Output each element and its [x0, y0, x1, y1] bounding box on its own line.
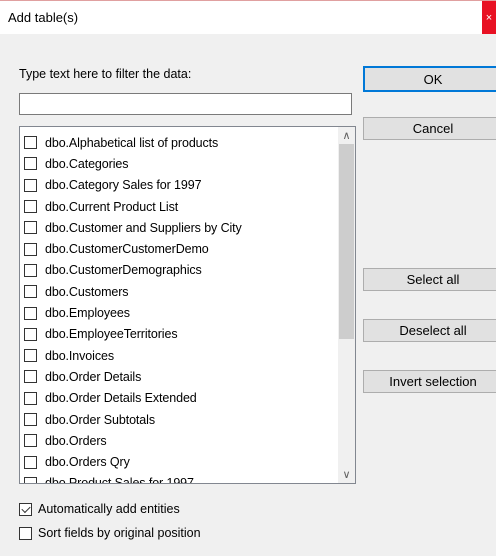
table-label: dbo.CustomerCustomerDemo: [45, 242, 209, 257]
table-list-item[interactable]: dbo.CustomerDemographics: [20, 260, 338, 281]
table-label: dbo.Category Sales for 1997: [45, 178, 202, 193]
table-list-item[interactable]: dbo.Order Details Extended: [20, 388, 338, 409]
table-list-item[interactable]: dbo.Invoices: [20, 345, 338, 366]
table-checkbox[interactable]: [24, 178, 37, 192]
table-checkbox[interactable]: [24, 157, 37, 171]
table-list-item[interactable]: dbo.Orders Qry: [20, 451, 338, 472]
table-label: dbo.Categories: [45, 156, 129, 171]
table-label: dbo.Order Subtotals: [45, 412, 155, 427]
table-list[interactable]: dbo.Alphabetical list of products dbo.Cat…: [19, 126, 356, 484]
table-checkbox[interactable]: [24, 136, 37, 150]
sort-fields-checkbox[interactable]: [19, 526, 32, 540]
window-title: Add table(s): [8, 10, 79, 25]
table-checkbox[interactable]: [24, 349, 37, 363]
table-checkbox[interactable]: [24, 263, 37, 277]
filter-label: Type text here to filter the data:: [19, 67, 192, 81]
table-label: dbo.Employees: [45, 306, 130, 321]
table-list-item[interactable]: dbo.Categories: [20, 153, 338, 174]
table-list-item[interactable]: dbo.Category Sales for 1997: [20, 175, 338, 196]
table-list-item[interactable]: dbo.Customer and Suppliers by City: [20, 217, 338, 238]
table-checkbox[interactable]: [24, 370, 37, 384]
auto-add-entities-option[interactable]: Automatically add entities: [19, 502, 180, 516]
close-icon[interactable]: ×: [486, 12, 492, 24]
table-checkbox[interactable]: [24, 242, 37, 256]
table-checkbox[interactable]: [24, 455, 37, 469]
table-checkbox[interactable]: [24, 221, 37, 235]
table-checkbox[interactable]: [24, 476, 37, 483]
table-list-item[interactable]: dbo.Current Product List: [20, 196, 338, 217]
auto-add-entities-checkbox[interactable]: [19, 502, 32, 516]
table-label: dbo.Alphabetical list of products: [45, 135, 219, 150]
table-list-item[interactable]: dbo.Employees: [20, 302, 338, 323]
table-label: dbo.CustomerDemographics: [45, 263, 202, 278]
table-label: dbo.Order Details Extended: [45, 391, 197, 406]
table-label: dbo.Current Product List: [45, 199, 179, 214]
auto-add-entities-label: Automatically add entities: [38, 502, 180, 516]
table-list-item[interactable]: dbo.EmployeeTerritories: [20, 324, 338, 345]
select-all-button[interactable]: Select all: [363, 268, 496, 291]
table-label: dbo.Customer and Suppliers by City: [45, 220, 242, 235]
table-checkbox[interactable]: [24, 306, 37, 320]
ok-button[interactable]: OK: [363, 66, 496, 92]
table-label: dbo.Orders Qry: [45, 455, 130, 470]
close-button[interactable]: ×: [482, 1, 496, 34]
table-label: dbo.Customers: [45, 284, 129, 299]
table-list-item[interactable]: dbo.Alphabetical list of products: [20, 132, 338, 153]
table-label: dbo.Order Details: [45, 369, 142, 384]
filter-input[interactable]: [19, 93, 352, 115]
table-label: dbo.Invoices: [45, 348, 114, 363]
table-list-item[interactable]: dbo.Customers: [20, 281, 338, 302]
cancel-button[interactable]: Cancel: [363, 117, 496, 140]
table-label: dbo.EmployeeTerritories: [45, 327, 178, 342]
table-list-item[interactable]: dbo.Product Sales for 1997: [20, 473, 338, 484]
table-label: dbo.Orders: [45, 433, 107, 448]
scroll-down-icon[interactable]: ∨: [338, 466, 355, 483]
scroll-thumb[interactable]: [339, 144, 354, 339]
table-label: dbo.Product Sales for 1997: [45, 476, 194, 484]
table-list-item[interactable]: dbo.CustomerCustomerDemo: [20, 238, 338, 259]
invert-selection-button[interactable]: Invert selection: [363, 370, 496, 393]
sort-fields-label: Sort fields by original position: [38, 526, 201, 540]
checkmark-icon: [20, 503, 31, 513]
table-list-item[interactable]: dbo.Orders: [20, 430, 338, 451]
title-bar: Add table(s) ×: [0, 1, 496, 34]
table-checkbox[interactable]: [24, 200, 37, 214]
scroll-up-icon[interactable]: ∧: [338, 127, 355, 144]
table-checkbox[interactable]: [24, 327, 37, 341]
table-list-item[interactable]: dbo.Order Subtotals: [20, 409, 338, 430]
table-checkbox[interactable]: [24, 285, 37, 299]
table-list-items: dbo.Alphabetical list of products dbo.Cat…: [20, 132, 338, 484]
table-checkbox[interactable]: [24, 413, 37, 426]
table-list-item[interactable]: dbo.Order Details: [20, 366, 338, 387]
table-checkbox[interactable]: [24, 391, 37, 405]
sort-fields-option[interactable]: Sort fields by original position: [19, 526, 201, 540]
vertical-scrollbar[interactable]: ∧ ∨: [338, 127, 355, 483]
table-checkbox[interactable]: [24, 434, 37, 448]
deselect-all-button[interactable]: Deselect all: [363, 319, 496, 342]
